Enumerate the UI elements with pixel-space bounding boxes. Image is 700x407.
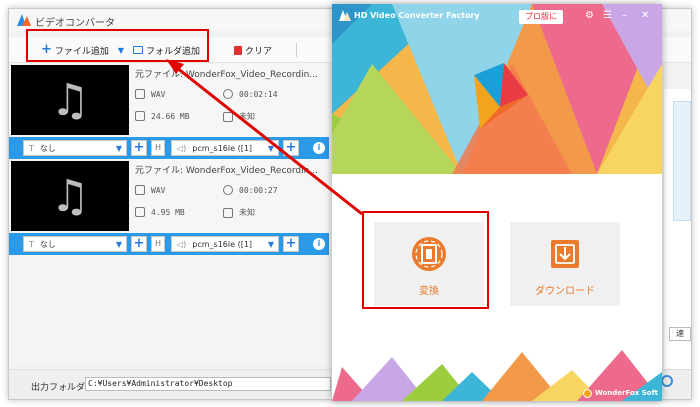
annotation-arrow	[166, 59, 363, 216]
